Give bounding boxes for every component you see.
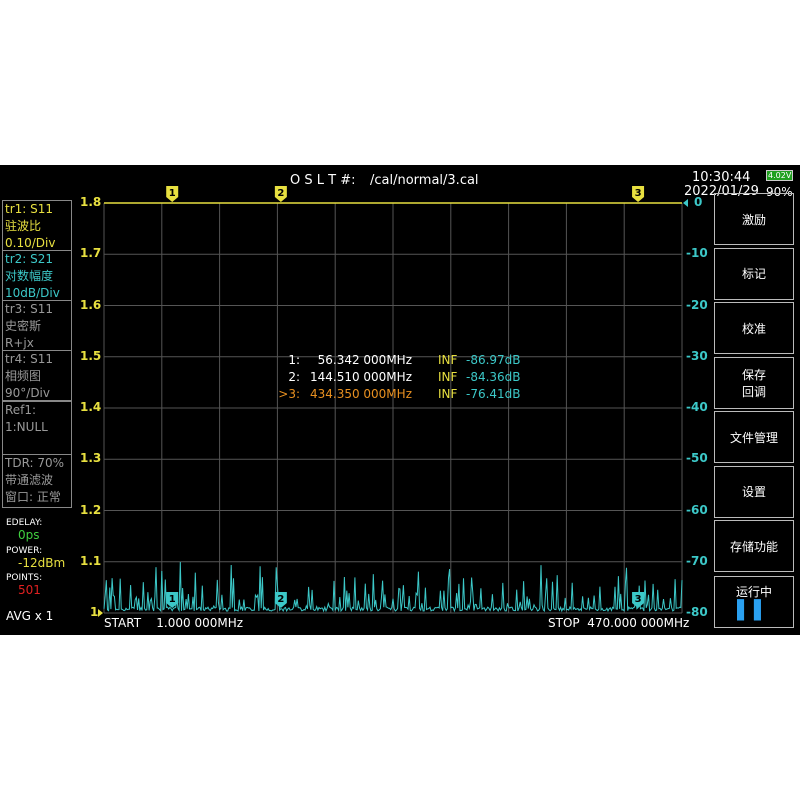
svg-text:3: 3 <box>635 188 642 199</box>
stop-frequency[interactable]: STOP 470.000 000MHz <box>548 616 689 630</box>
marker-readout-db: -84.36dB <box>466 370 521 384</box>
marker-1-flag[interactable]: 1 <box>166 186 179 202</box>
menu-button-4[interactable]: 保存 回调 <box>714 356 794 409</box>
svg-text:1: 1 <box>169 188 176 199</box>
marker-readout-freq: 144.510 000MHz <box>309 370 412 384</box>
pause-icon: ▌▌ <box>737 600 771 621</box>
svg-text:2: 2 <box>277 594 284 605</box>
marker-readout-freq: 434.350 000MHz <box>309 387 412 401</box>
marker-2-flag[interactable]: 2 <box>274 186 287 202</box>
marker-2-trace[interactable]: 2 <box>274 592 287 608</box>
marker-3-flag[interactable]: 3 <box>632 186 645 202</box>
marker-readout-db: -76.41dB <box>466 387 521 401</box>
ref-arrow-left <box>98 609 103 617</box>
svg-text:1: 1 <box>169 594 176 605</box>
svg-text:3: 3 <box>635 594 642 605</box>
svg-text:2: 2 <box>277 188 284 199</box>
marker-3-trace[interactable]: 3 <box>632 592 645 608</box>
marker-readout-label: 1: <box>288 353 300 367</box>
marker-readout-swr: INF <box>438 387 458 401</box>
start-frequency[interactable]: START 1.000 000MHz <box>104 616 243 630</box>
marker-readout-swr: INF <box>438 353 458 367</box>
marker-readout-swr: INF <box>438 370 458 384</box>
vna-screen: O S L T #: /cal/normal/3.cal 10:30:44 20… <box>0 165 800 635</box>
menu-button-3[interactable]: 校准 <box>714 302 794 354</box>
marker-readout-label: 2: <box>288 370 300 384</box>
menu-button-2[interactable]: 标记 <box>714 247 794 300</box>
battery-icon: 4.02V <box>766 170 794 181</box>
menu-button-5[interactable]: 文件管理 <box>714 411 794 463</box>
run-button[interactable]: 运行中 ▌▌ <box>714 576 794 628</box>
menu-button-1[interactable]: 激励 <box>714 193 794 245</box>
ref-arrow-right <box>683 199 688 207</box>
marker-readout-label: >3: <box>278 387 300 401</box>
marker-readout-db: -86.97dB <box>466 353 521 367</box>
menu-button-6[interactable]: 设置 <box>714 465 794 518</box>
marker-readout-freq: 56.342 000MHz <box>317 353 412 367</box>
menu-button-7[interactable]: 存储功能 <box>714 520 794 572</box>
run-label: 运行中 <box>735 585 772 599</box>
